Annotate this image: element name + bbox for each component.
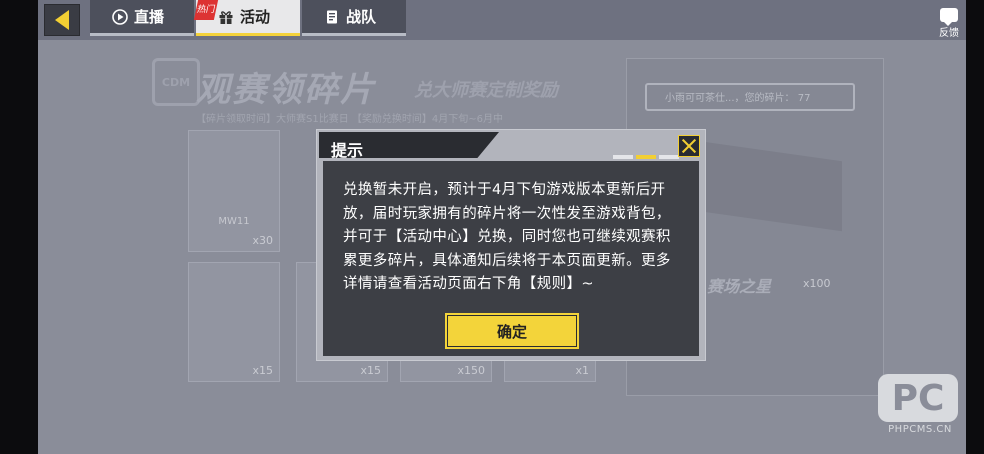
reward-count: x30 xyxy=(252,234,273,247)
watermark-logo: PC xyxy=(878,374,958,422)
featured-reward-caption: 赛场之星 xyxy=(707,277,772,296)
gift-icon xyxy=(219,10,233,24)
watermark: PC PHPCMS.CN xyxy=(872,372,968,438)
tab-live-label: 直播 xyxy=(134,8,165,26)
confirm-button[interactable]: 确定 xyxy=(445,313,579,349)
right-black-bar xyxy=(966,0,984,454)
chat-bubble-icon xyxy=(940,8,958,26)
reward-name: MW11 xyxy=(218,216,250,227)
chevron-left-icon xyxy=(55,10,69,30)
dialog-body: 兑换暂未开启，预计于4月下旬游戏版本更新后开放，届时玩家拥有的碎片将一次性发至游… xyxy=(323,161,699,356)
feedback-label: 反馈 xyxy=(939,28,959,39)
featured-reward-count: x100 xyxy=(803,277,831,290)
dialog-message: 兑换暂未开启，预计于4月下旬游戏版本更新后开放，届时玩家拥有的碎片将一次性发至游… xyxy=(343,182,671,292)
tab-team[interactable]: 战队 xyxy=(302,0,406,36)
dialog-title: 提示 xyxy=(331,141,364,160)
dialog-header: 提示 xyxy=(319,132,499,158)
tab-activity-label: 活动 xyxy=(240,8,271,26)
tab-live[interactable]: 直播 xyxy=(90,0,194,36)
team-icon xyxy=(327,10,337,23)
play-circle-icon xyxy=(112,8,128,25)
event-date-line: 【碎片领取时间】大师赛S1比赛日 【奖励兑换时间】4月下旬~6月中 xyxy=(196,114,503,125)
watermark-url: PHPCMS.CN xyxy=(888,424,952,435)
dialog-decoration xyxy=(613,155,679,159)
reward-count: x15 xyxy=(252,364,273,377)
fragment-balance-text: 小雨可可茶仕...，您的碎片： xyxy=(665,93,795,104)
close-button[interactable] xyxy=(678,135,700,157)
hot-badge: 热门 xyxy=(193,0,219,20)
back-button[interactable] xyxy=(44,4,80,36)
reward-card[interactable]: MW11 x30 xyxy=(188,130,280,252)
cdm-logo: CDM xyxy=(152,58,200,106)
event-title: 观赛领碎片 xyxy=(196,70,376,110)
left-black-bar xyxy=(0,0,38,454)
fragment-balance-count: 77 xyxy=(797,93,811,104)
reward-card[interactable]: x15 xyxy=(188,262,280,382)
fragment-balance-chip: 小雨可可茶仕...，您的碎片： 77 xyxy=(645,83,855,111)
reward-count: x15 xyxy=(360,364,381,377)
notice-dialog: 提示 兑换暂未开启，预计于4月下旬游戏版本更新后开放，届时玩家拥有的碎片将一次性… xyxy=(316,129,706,361)
reward-count: x150 xyxy=(457,364,485,377)
feedback-button[interactable]: 反馈 xyxy=(936,8,962,39)
event-subtitle: 兑大师赛定制奖励 xyxy=(414,80,558,101)
tab-team-label: 战队 xyxy=(346,8,377,26)
reward-count: x1 xyxy=(575,364,589,377)
